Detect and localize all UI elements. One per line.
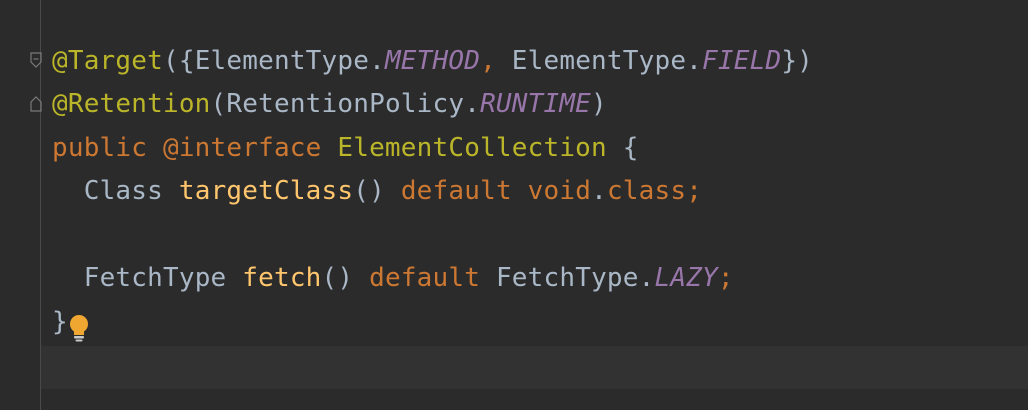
code-line-7[interactable]: }	[52, 302, 68, 342]
code-line-4[interactable]: Class targetClass() default void.class;	[52, 171, 702, 211]
punctuation: {	[606, 133, 639, 163]
punctuation: ()	[353, 176, 385, 206]
fold-icon[interactable]	[30, 96, 42, 112]
method-name: targetClass	[178, 176, 354, 206]
interface-name: ElementCollection	[337, 133, 607, 163]
punctuation: .	[591, 176, 607, 206]
code-line-6[interactable]: FetchType fetch() default FetchType.LAZY…	[52, 258, 734, 298]
class-ref: RetentionPolicy.	[226, 89, 481, 119]
method-name: fetch	[242, 263, 322, 293]
keyword: void	[527, 176, 592, 206]
class-ref: ElementType.	[495, 46, 703, 76]
enum-constant: LAZY	[654, 263, 718, 293]
semicolon: ;	[686, 176, 703, 206]
punctuation: ()	[321, 263, 354, 293]
fold-icon[interactable]	[30, 52, 42, 68]
class-ref: Class	[83, 176, 163, 206]
class-ref: FetchType	[83, 263, 227, 293]
enum-constant: RUNTIME	[480, 89, 592, 119]
punctuation: )	[591, 89, 607, 119]
comma: ,	[480, 46, 496, 76]
enum-constant: METHOD	[384, 46, 481, 76]
punctuation: ({	[162, 46, 195, 76]
punctuation: (	[210, 89, 227, 119]
keyword: default	[384, 176, 528, 206]
class-ref: ElementType.	[194, 46, 385, 76]
annotation-target: @Target	[52, 46, 163, 76]
class-ref: FetchType.	[495, 263, 655, 293]
enum-constant: FIELD	[702, 46, 782, 76]
keyword: @interface	[147, 133, 338, 163]
lightbulb-icon[interactable]	[68, 314, 90, 342]
keyword: default	[353, 263, 496, 293]
code-line-1[interactable]: @Target({ElementType.METHOD, ElementType…	[52, 41, 813, 81]
code-line-3[interactable]: public @interface ElementCollection {	[52, 128, 639, 168]
semicolon: ;	[717, 263, 734, 293]
keyword: public	[52, 133, 148, 163]
current-line-highlight	[41, 346, 1028, 389]
closing-brace: }	[52, 307, 68, 337]
code-line-2[interactable]: @Retention(RetentionPolicy.RUNTIME)	[52, 84, 607, 124]
annotation-retention: @Retention	[52, 89, 211, 119]
punctuation: })	[781, 46, 814, 76]
code-editor[interactable]: @Target({ElementType.METHOD, ElementType…	[0, 0, 1028, 410]
keyword: class	[606, 176, 687, 206]
